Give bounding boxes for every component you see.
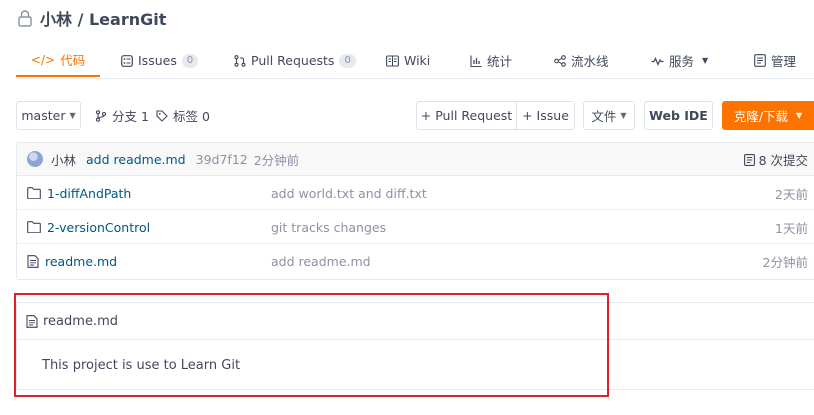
file-list: 小林 add readme.md 39d7f12 2分钟前 8 次提交 1-di… (16, 142, 814, 280)
file-icon (27, 254, 39, 268)
branch-select[interactable]: master ▼ (16, 101, 81, 130)
service-icon (651, 55, 664, 67)
commit-count-link[interactable]: 8 次提交 (743, 143, 808, 176)
branches-link[interactable]: 分支 1 (95, 101, 149, 130)
repo-header: 小林 / LearnGit (16, 6, 166, 30)
tab-service[interactable]: 服务 ▼ (651, 44, 708, 77)
tag-icon (156, 109, 168, 122)
tab-stats[interactable]: 统计 (470, 44, 512, 77)
new-pull-request-button[interactable]: + Pull Request (416, 101, 517, 130)
wiki-icon (386, 54, 399, 67)
folder-icon (27, 221, 41, 233)
commits-icon (743, 153, 755, 166)
file-commit-time: 2分钟前 (762, 254, 808, 270)
commit-message[interactable]: add readme.md (86, 152, 186, 167)
file-commit-message[interactable]: add world.txt and diff.txt (271, 176, 427, 210)
tab-manage[interactable]: 管理 (754, 44, 796, 77)
tab-wiki[interactable]: Wiki (386, 44, 430, 77)
tab-pull-requests[interactable]: Pull Requests 0 (234, 44, 356, 77)
file-commit-message[interactable]: add readme.md (271, 244, 371, 278)
file-row: readme.md add readme.md 2分钟前 (17, 244, 814, 278)
file-commit-time: 2天前 (775, 186, 808, 202)
latest-commit-bar: 小林 add readme.md 39d7f12 2分钟前 8 次提交 (17, 143, 814, 176)
avatar[interactable] (27, 151, 43, 167)
caret-down-icon: ▼ (796, 111, 803, 120)
file-commit-message[interactable]: git tracks changes (271, 210, 386, 244)
web-ide-button[interactable]: Web IDE (644, 101, 713, 130)
new-issue-button[interactable]: + Issue (516, 101, 575, 130)
file-name-link[interactable]: readme.md (27, 244, 117, 278)
file-row: 1-diffAndPath add world.txt and diff.txt… (17, 176, 814, 210)
tab-code[interactable]: </> 代码 (16, 44, 100, 77)
files-dropdown[interactable]: 文件 ▼ (583, 101, 635, 130)
file-row: 2-versionControl git tracks changes 1天前 (17, 210, 814, 244)
folder-icon (27, 187, 41, 199)
caret-down-icon: ▼ (620, 111, 627, 120)
readme-panel: readme.md This project is use to Learn G… (16, 302, 814, 390)
code-icon: </> (30, 52, 56, 67)
commit-time: 2分钟前 (253, 152, 300, 168)
pull-requests-count-badge: 0 (339, 53, 356, 68)
tab-issues[interactable]: Issues 0 (121, 44, 199, 77)
commit-author[interactable]: 小林 (51, 150, 76, 169)
issues-icon (121, 54, 133, 67)
file-name-link[interactable]: 2-versionControl (27, 210, 150, 244)
repo-toolbar: master ▼ 分支 1 标签 0 + Pull Request + Issu… (16, 101, 814, 130)
file-name-link[interactable]: 1-diffAndPath (27, 176, 131, 210)
branch-icon (95, 109, 107, 122)
repo-tabs: </> 代码 Issues 0 Pull Requests 0 Wiki 统计 … (16, 44, 814, 78)
issues-count-badge: 0 (181, 53, 199, 68)
file-commit-time: 1天前 (775, 220, 808, 236)
pull-request-icon (234, 54, 246, 67)
readme-header: readme.md (17, 303, 814, 340)
repo-title[interactable]: 小林 / LearnGit (40, 6, 166, 30)
stats-icon (470, 55, 482, 67)
lock-icon (16, 9, 34, 27)
tab-pipeline[interactable]: 流水线 (554, 44, 609, 77)
readme-content: This project is use to Learn Git (42, 357, 241, 373)
tags-link[interactable]: 标签 0 (156, 101, 210, 130)
manage-icon (754, 54, 766, 67)
chevron-down-icon: ▼ (702, 56, 709, 65)
pipeline-icon (554, 54, 566, 67)
tabs-divider (16, 78, 814, 79)
file-icon (26, 314, 38, 328)
caret-down-icon: ▼ (69, 111, 76, 120)
clone-download-button[interactable]: 克隆/下载 ▼ (722, 101, 814, 130)
readme-filename[interactable]: readme.md (43, 314, 118, 329)
commit-sha[interactable]: 39d7f12 (196, 152, 248, 167)
